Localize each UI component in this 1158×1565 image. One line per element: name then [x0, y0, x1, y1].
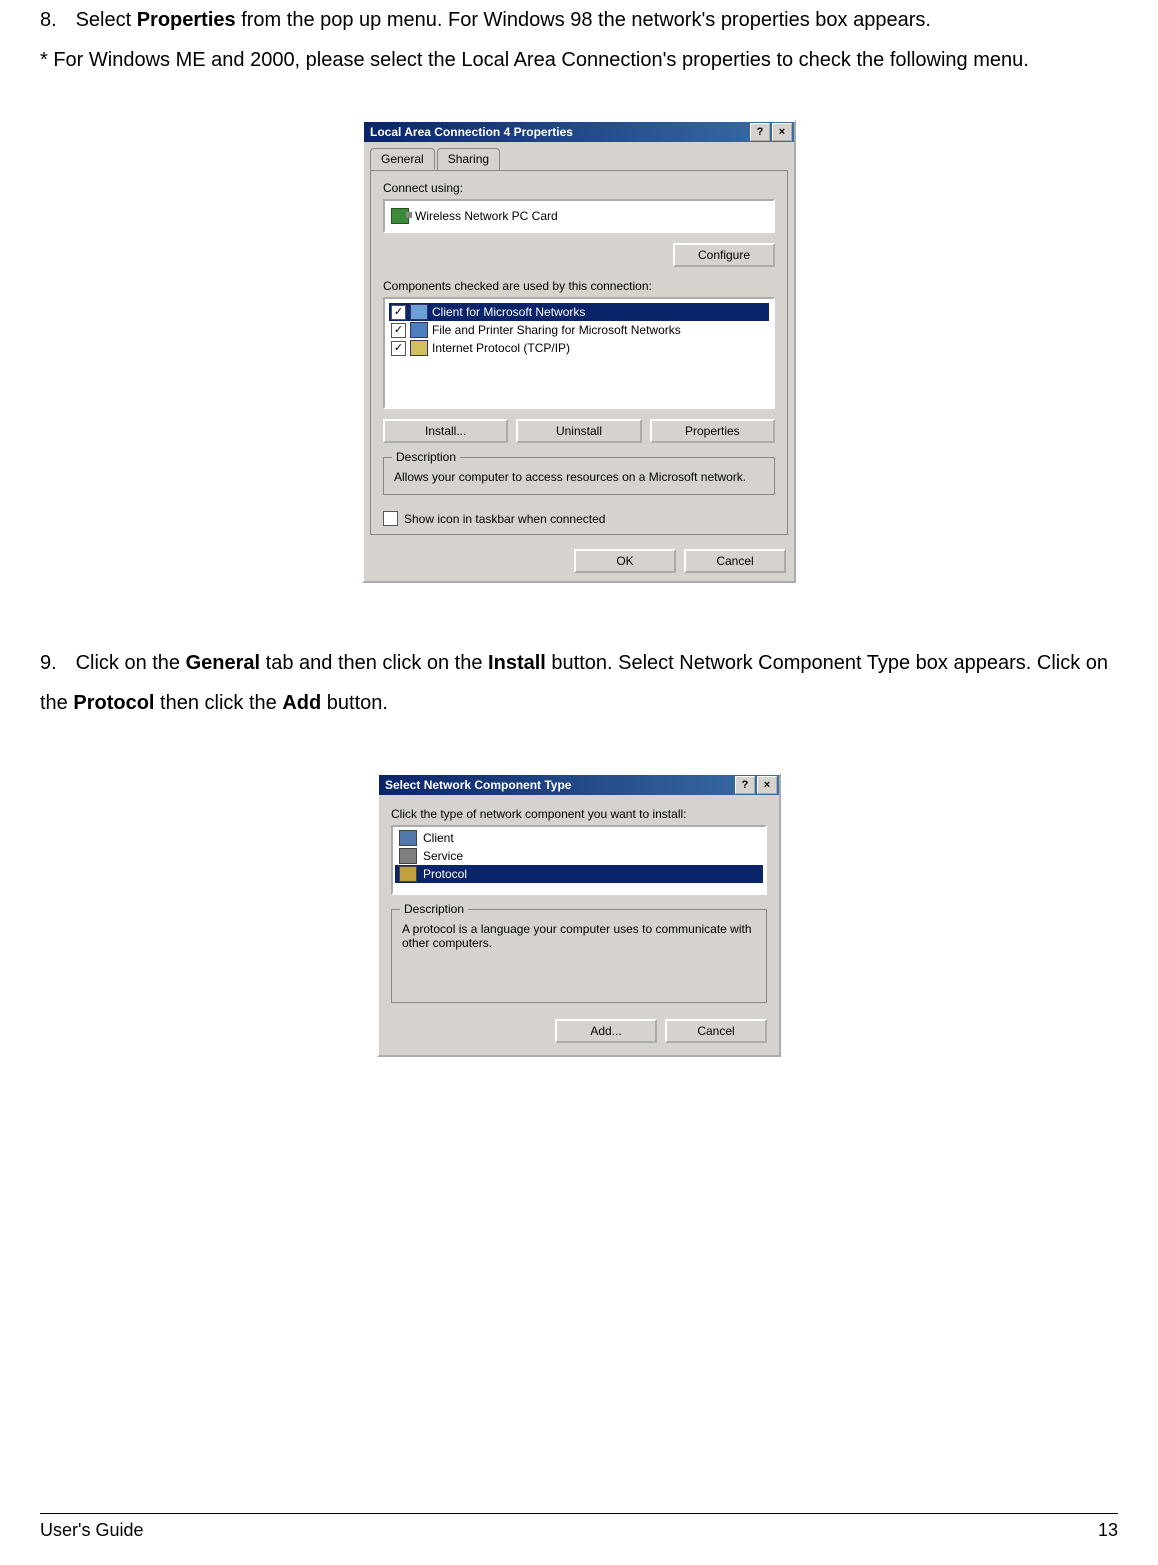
component-label: Client for Microsoft Networks	[432, 305, 585, 319]
service-icon	[399, 848, 417, 864]
show-icon-checkbox[interactable]	[383, 511, 398, 526]
ok-button[interactable]: OK	[574, 549, 676, 573]
help-button[interactable]: ?	[735, 776, 755, 794]
fileshare-icon	[410, 322, 428, 338]
component-type-dialog: Select Network Component Type ? × Click …	[377, 773, 781, 1057]
description-legend: Description	[392, 450, 460, 464]
protocol-icon	[399, 866, 417, 882]
component-item[interactable]: ✓ File and Printer Sharing for Microsoft…	[389, 321, 769, 339]
install-button[interactable]: Install...	[383, 419, 508, 443]
close-button[interactable]: ×	[757, 776, 777, 794]
step-8-bold-a: Properties	[137, 9, 236, 31]
connect-using-label: Connect using:	[383, 181, 775, 195]
type-label: Client	[423, 831, 454, 845]
type-label: Protocol	[423, 867, 467, 881]
page-footer: User's Guide 13	[40, 1513, 1118, 1541]
type-item-client[interactable]: Client	[395, 829, 763, 847]
dialog-title: Select Network Component Type	[381, 778, 733, 792]
components-label: Components checked are used by this conn…	[383, 279, 775, 293]
component-item[interactable]: ✓ Client for Microsoft Networks	[389, 303, 769, 321]
type-item-protocol[interactable]: Protocol	[395, 865, 763, 883]
cancel-button[interactable]: Cancel	[665, 1019, 767, 1043]
protocol-icon	[410, 340, 428, 356]
step-9-t1: Click on the	[76, 652, 186, 674]
component-item[interactable]: ✓ Internet Protocol (TCP/IP)	[389, 339, 769, 357]
adapter-box: Wireless Network PC Card	[383, 199, 775, 233]
client-icon	[410, 304, 428, 320]
configure-button[interactable]: Configure	[673, 243, 775, 267]
components-list[interactable]: ✓ Client for Microsoft Networks ✓ File a…	[383, 297, 775, 409]
footer-page-number: 13	[1098, 1520, 1118, 1541]
dialog-titlebar[interactable]: Select Network Component Type ? ×	[379, 775, 779, 795]
close-button[interactable]: ×	[772, 123, 792, 141]
description-text: Allows your computer to access resources…	[394, 470, 764, 484]
step-8-note: * For Windows ME and 2000, please select…	[40, 40, 1118, 80]
client-icon	[399, 830, 417, 846]
step-8-text-b: from the pop up menu. For Windows 98 the…	[236, 9, 931, 31]
step-9-b1: General	[186, 652, 260, 674]
properties-button[interactable]: Properties	[650, 419, 775, 443]
step-8-number: 8.	[40, 0, 70, 40]
add-button[interactable]: Add...	[555, 1019, 657, 1043]
step-9-b2: Install	[488, 652, 546, 674]
type-label: Service	[423, 849, 463, 863]
uninstall-button[interactable]: Uninstall	[516, 419, 641, 443]
description-group: Description A protocol is a language you…	[391, 909, 767, 1003]
prompt-label: Click the type of network component you …	[391, 807, 767, 821]
adapter-name: Wireless Network PC Card	[415, 209, 558, 223]
step-9-b4: Add	[282, 692, 321, 714]
description-text: A protocol is a language your computer u…	[402, 922, 756, 950]
description-legend: Description	[400, 902, 468, 916]
dialog-title: Local Area Connection 4 Properties	[366, 125, 748, 139]
cancel-button[interactable]: Cancel	[684, 549, 786, 573]
step-9: 9. Click on the General tab and then cli…	[40, 643, 1118, 723]
tab-general[interactable]: General	[370, 148, 435, 170]
nic-icon	[391, 208, 409, 224]
step-9-t4: then click the	[154, 692, 282, 714]
checkbox-icon[interactable]: ✓	[391, 341, 406, 356]
description-group: Description Allows your computer to acce…	[383, 457, 775, 495]
help-button[interactable]: ?	[750, 123, 770, 141]
checkbox-icon[interactable]: ✓	[391, 305, 406, 320]
dialog-titlebar[interactable]: Local Area Connection 4 Properties ? ×	[364, 122, 794, 142]
step-9-t2: tab and then click on the	[260, 652, 488, 674]
step-8: 8. Select Properties from the pop up men…	[40, 0, 1118, 80]
step-9-b3: Protocol	[73, 692, 154, 714]
component-type-list[interactable]: Client Service Protocol	[391, 825, 767, 895]
component-label: File and Printer Sharing for Microsoft N…	[432, 323, 681, 337]
tab-sharing[interactable]: Sharing	[437, 148, 500, 170]
type-item-service[interactable]: Service	[395, 847, 763, 865]
component-label: Internet Protocol (TCP/IP)	[432, 341, 570, 355]
show-icon-label: Show icon in taskbar when connected	[404, 512, 605, 526]
step-9-number: 9.	[40, 643, 70, 683]
footer-left: User's Guide	[40, 1520, 143, 1541]
step-9-t5: button.	[321, 692, 388, 714]
checkbox-icon[interactable]: ✓	[391, 323, 406, 338]
step-8-text-a: Select	[76, 9, 137, 31]
properties-dialog: Local Area Connection 4 Properties ? × G…	[362, 120, 796, 583]
